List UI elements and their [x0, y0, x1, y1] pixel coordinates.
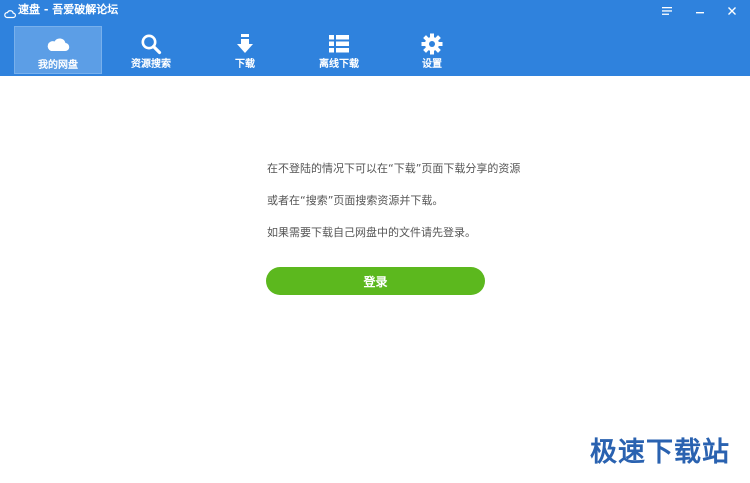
tab-label: 离线下载 — [319, 59, 359, 70]
close-icon — [726, 5, 738, 17]
main-content: 在不登陆的情况下可以在“下载”页面下载分享的资源 或者在“搜索”页面搜索资源并下… — [0, 76, 750, 483]
info-text-line: 或者在“搜索”页面搜索资源并下载。 — [267, 194, 444, 207]
tab-label: 资源搜索 — [131, 59, 171, 70]
menu-button[interactable] — [656, 2, 678, 20]
app-window: 速盘 - 吾爱破解论坛 我的网盘 资源搜索 下载 离线下载 设置 在不登陆的情况… — [0, 0, 750, 483]
minimize-icon — [694, 6, 706, 16]
tab-label: 我的网盘 — [38, 60, 78, 71]
info-text-line: 如果需要下载自己网盘中的文件请先登录。 — [267, 226, 476, 239]
minimize-button[interactable] — [689, 2, 711, 20]
watermark: 极速下载站 — [590, 437, 730, 468]
tab-download[interactable]: 下载 — [201, 26, 289, 74]
menu-icon — [661, 6, 673, 16]
close-button[interactable] — [721, 2, 743, 20]
search-icon — [139, 33, 163, 55]
window-title: 速盘 - 吾爱破解论坛 — [18, 3, 119, 16]
tab-resource-search[interactable]: 资源搜索 — [107, 26, 195, 74]
tab-offline-download[interactable]: 离线下载 — [295, 26, 383, 74]
tab-label: 设置 — [422, 59, 442, 70]
info-text-line: 在不登陆的情况下可以在“下载”页面下载分享的资源 — [267, 162, 521, 175]
tab-label: 下载 — [235, 59, 255, 70]
main-toolbar: 我的网盘 资源搜索 下载 离线下载 设置 — [0, 22, 750, 76]
login-button[interactable]: 登录 — [266, 267, 485, 295]
cloud-icon — [4, 5, 16, 19]
gear-icon — [420, 33, 444, 55]
download-arrow-icon — [233, 33, 257, 55]
tab-settings[interactable]: 设置 — [388, 26, 476, 74]
header: 速盘 - 吾爱破解论坛 我的网盘 资源搜索 下载 离线下载 设置 — [0, 0, 750, 76]
title-bar: 速盘 - 吾爱破解论坛 — [0, 0, 750, 22]
cloud-icon — [46, 34, 70, 56]
list-icon — [327, 33, 351, 55]
tab-my-netdisk[interactable]: 我的网盘 — [14, 26, 102, 74]
